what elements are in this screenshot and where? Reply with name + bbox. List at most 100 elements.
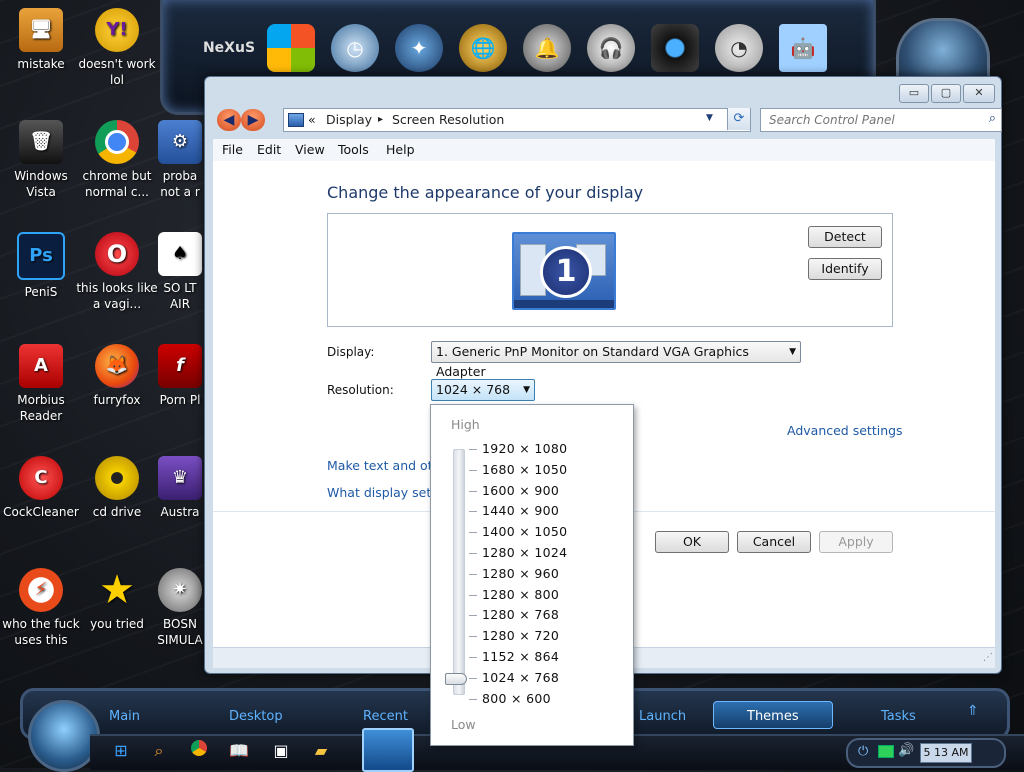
network-icon[interactable] xyxy=(878,745,894,758)
windows-start-icon[interactable]: ⊞ xyxy=(110,740,132,762)
resolution-option[interactable]: 1280 × 800 xyxy=(482,587,559,602)
dock-tab-themes[interactable]: Themes xyxy=(747,709,799,724)
book-icon[interactable]: 📖 xyxy=(228,740,250,762)
desktop-icon-photoshop[interactable]: Ps PeniS xyxy=(0,232,82,300)
search-input[interactable] xyxy=(767,111,976,129)
desktop-icon-label: proba not a r xyxy=(160,169,200,199)
clock[interactable]: 5 13 AM xyxy=(920,743,972,763)
search-box[interactable]: ⌕ xyxy=(760,108,1002,132)
menu-bar: File Edit View Tools Help xyxy=(213,139,995,162)
resolution-select[interactable]: 1024 × 768 ▼ xyxy=(431,379,535,401)
display-settings-help-link[interactable]: What display setti xyxy=(327,485,440,500)
active-window-taskbar-icon[interactable] xyxy=(362,728,414,772)
search-icon[interactable]: ⌕ xyxy=(148,740,170,762)
resolution-slider-thumb[interactable] xyxy=(445,672,467,685)
back-button[interactable]: ◀ xyxy=(217,109,241,131)
desktop-icon-cd-drive[interactable]: cd drive xyxy=(76,456,158,520)
slider-tick xyxy=(469,657,477,658)
nav-buttons: ◀ ▶ xyxy=(217,109,269,131)
globe-icon[interactable]: 🌐 xyxy=(459,24,507,72)
desktop-icon-who-uses-this[interactable]: ⚡ who the fuck uses this xyxy=(0,568,82,648)
title-bar[interactable]: ▭ ▢ ✕ xyxy=(205,77,1001,105)
menu-tools[interactable]: Tools xyxy=(338,142,369,157)
advanced-settings-link[interactable]: Advanced settings xyxy=(787,423,903,438)
cd-drive-icon xyxy=(95,456,139,500)
windows-logo-icon[interactable] xyxy=(267,24,315,72)
resolution-option[interactable]: 1920 × 1080 xyxy=(482,441,567,456)
camera-lens-icon[interactable] xyxy=(651,24,699,72)
desktop-icon-furryfox[interactable]: 🦊 furryfox xyxy=(76,344,158,408)
desktop-icon-opera[interactable]: O this looks like a vagi... xyxy=(76,232,158,312)
arrow-up-icon[interactable]: ⇑ xyxy=(967,703,979,719)
cancel-button[interactable]: Cancel xyxy=(737,531,811,553)
resize-grip-icon[interactable]: ⋰ xyxy=(983,652,993,663)
clock-icon[interactable]: ◷ xyxy=(331,24,379,72)
breadcrumb-screen-resolution[interactable]: Screen Resolution xyxy=(392,112,504,127)
search-icon[interactable]: ⌕ xyxy=(989,111,996,126)
chrome-taskbar-icon[interactable] xyxy=(188,740,210,762)
dock-tab-desktop[interactable]: Desktop xyxy=(229,709,283,724)
menu-edit[interactable]: Edit xyxy=(257,142,281,157)
resolution-option[interactable]: 1280 × 720 xyxy=(482,628,559,643)
resolution-option[interactable]: 1280 × 768 xyxy=(482,607,559,622)
address-bar[interactable]: « Display ▸ Screen Resolution ▼ xyxy=(283,108,751,132)
close-button[interactable]: ✕ xyxy=(963,84,995,103)
desktop-icon-morbius-reader[interactable]: A Morbius Reader xyxy=(0,344,82,424)
volume-icon[interactable]: 🔊 xyxy=(898,743,914,758)
resolution-option[interactable]: 1280 × 960 xyxy=(482,566,559,581)
dock-tab-launch[interactable]: Launch xyxy=(639,709,686,724)
dock-tab-recent[interactable]: Recent xyxy=(363,709,408,724)
desktop-icon-solitaire[interactable]: ♠ SO LT AIR xyxy=(152,232,208,312)
menu-view[interactable]: View xyxy=(295,142,325,157)
computer-icon: 🖥 xyxy=(19,8,63,52)
resolution-option[interactable]: 1400 × 1050 xyxy=(482,524,567,539)
resolution-option[interactable]: 1440 × 900 xyxy=(482,503,559,518)
resolution-option[interactable]: 1600 × 900 xyxy=(482,483,559,498)
identify-button[interactable]: Identify xyxy=(808,258,882,280)
resolution-option[interactable]: 1024 × 768 xyxy=(482,670,559,685)
desktop-icon-you-tried[interactable]: ★ you tried xyxy=(76,568,158,632)
refresh-button[interactable]: ⟳ xyxy=(727,108,750,130)
make-text-larger-link[interactable]: Make text and oth xyxy=(327,458,441,473)
dock-tab-main[interactable]: Main xyxy=(109,709,140,724)
speedometer-icon[interactable]: ◔ xyxy=(715,24,763,72)
desktop-icon-bosn-simula[interactable]: ✷ BOSN SIMULA xyxy=(152,568,208,648)
resolution-option[interactable]: 1680 × 1050 xyxy=(482,462,567,477)
emblem-icon[interactable]: ✦ xyxy=(395,24,443,72)
forward-button[interactable]: ▶ xyxy=(241,109,265,131)
headphones-icon[interactable]: 🎧 xyxy=(587,24,635,72)
dock-tab-tasks[interactable]: Tasks xyxy=(881,709,916,724)
detect-button[interactable]: Detect xyxy=(808,226,882,248)
desktop-icon-mistake[interactable]: 🖥 mistake xyxy=(0,8,82,72)
maximize-button[interactable]: ▢ xyxy=(931,84,961,103)
menu-help[interactable]: Help xyxy=(386,142,415,157)
desktop-icon-austra[interactable]: ♛ Austra xyxy=(152,456,208,520)
nexus-logo-icon[interactable]: NeXuS xyxy=(199,24,259,72)
desktop-icon-proba[interactable]: ⚙ proba not a r xyxy=(152,120,208,200)
mascot-icon[interactable]: 🤖 xyxy=(779,24,827,72)
desktop-icon-windows-vista[interactable]: 🗑 Windows Vista xyxy=(0,120,82,200)
monitor-1-icon[interactable]: 1 xyxy=(512,232,616,310)
desktop-icon-cockcleaner[interactable]: C CockCleaner xyxy=(0,456,82,520)
resolution-slider-track[interactable] xyxy=(453,449,465,695)
resolution-option[interactable]: 1280 × 1024 xyxy=(482,545,567,560)
cards-icon: ♠ xyxy=(158,232,202,276)
ok-button[interactable]: OK xyxy=(655,531,729,553)
resolution-option[interactable]: 800 × 600 xyxy=(482,691,551,706)
window-icon[interactable]: ▣ xyxy=(270,740,292,762)
bell-icon[interactable]: 🔔 xyxy=(523,24,571,72)
power-icon[interactable]: ⏻ xyxy=(858,744,868,759)
breadcrumb-separator[interactable]: ▸ xyxy=(378,114,383,125)
desktop-icon-chrome[interactable]: chrome but normal c... xyxy=(76,120,158,200)
breadcrumb-display[interactable]: Display xyxy=(326,112,372,127)
desktop-icon-porn-pl[interactable]: f Porn Pl xyxy=(152,344,208,408)
address-dropdown-icon[interactable]: ▼ xyxy=(706,113,713,123)
apply-button[interactable]: Apply xyxy=(819,531,893,553)
desktop-icon-yahoo[interactable]: Y! doesn't work lol xyxy=(76,8,158,88)
display-select[interactable]: 1. Generic PnP Monitor on Standard VGA G… xyxy=(431,341,801,379)
breadcrumb-prefix: « xyxy=(308,112,316,127)
menu-file[interactable]: File xyxy=(222,142,243,157)
resolution-option[interactable]: 1152 × 864 xyxy=(482,649,559,664)
folder-icon[interactable]: ▰ xyxy=(310,740,332,762)
minimize-button[interactable]: ▭ xyxy=(899,84,929,103)
